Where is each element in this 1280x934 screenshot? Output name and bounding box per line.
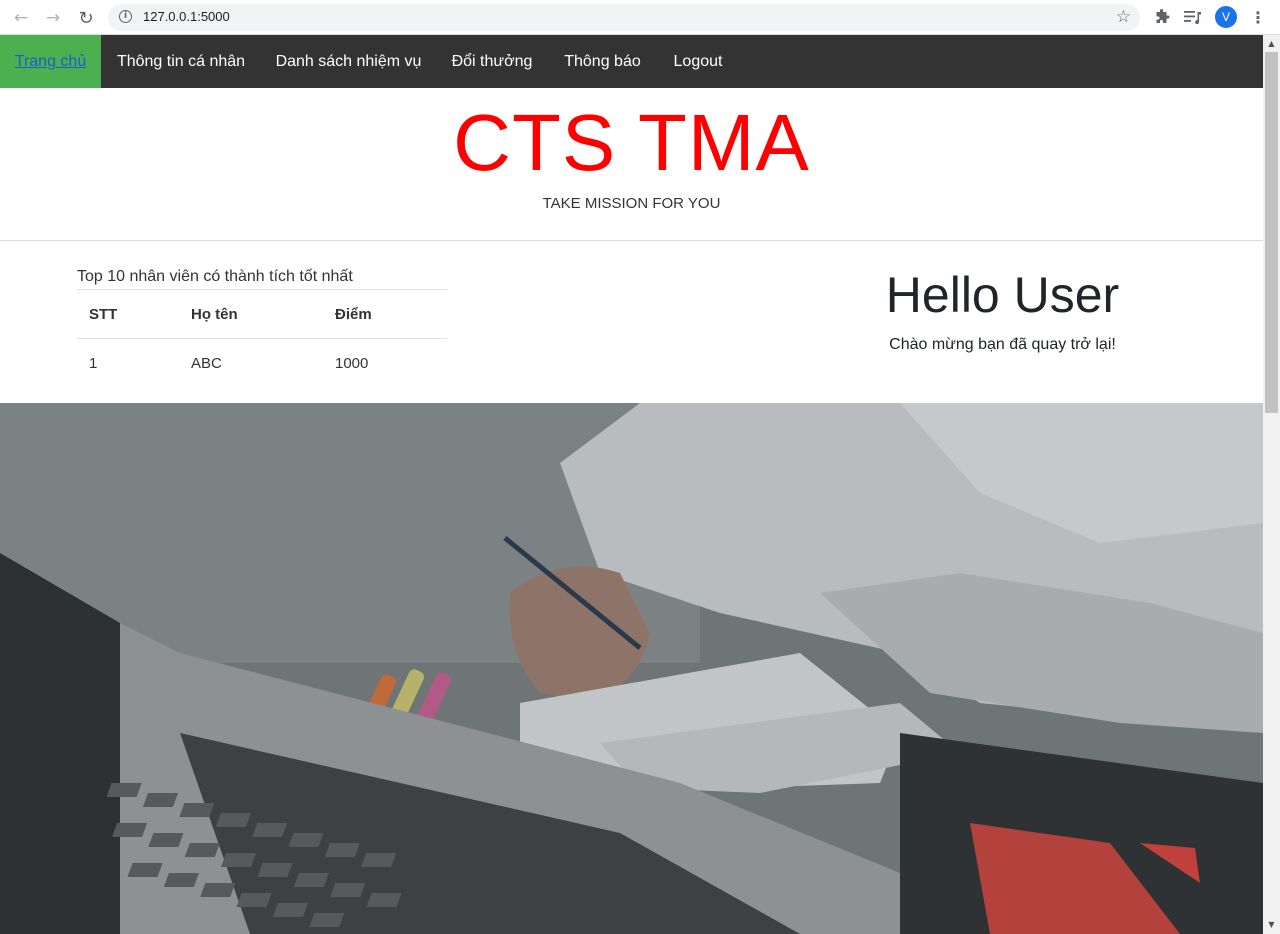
scroll-up-icon[interactable]: ▲ bbox=[1263, 37, 1280, 51]
nav-item-home[interactable]: Trang chủ bbox=[0, 35, 101, 88]
info-icon[interactable]: i bbox=[119, 10, 132, 23]
nav-item-profile[interactable]: Thông tin cá nhân bbox=[101, 35, 261, 88]
page-viewport: Trang chủ Thông tin cá nhân Danh sách nh… bbox=[0, 35, 1280, 934]
puzzle-icon[interactable] bbox=[1152, 6, 1172, 28]
column-header-stt: STT bbox=[77, 289, 179, 339]
column-header-name: Họ tên bbox=[179, 289, 323, 339]
scrollbar-thumb[interactable] bbox=[1265, 52, 1278, 413]
column-header-score: Điểm bbox=[323, 289, 447, 339]
greeting-subtitle: Chào mừng bạn đã quay trở lại! bbox=[889, 336, 1116, 353]
url-text[interactable]: 127.0.0.1:5000 bbox=[143, 9, 230, 24]
playlist-icon[interactable] bbox=[1183, 6, 1203, 28]
leaderboard-table: STT Họ tên Điểm 1 ABC 1000 bbox=[77, 289, 447, 388]
hero-image bbox=[0, 403, 1263, 934]
arrow-left-icon[interactable]: ← bbox=[9, 6, 33, 30]
reload-icon[interactable]: ↻ bbox=[74, 6, 98, 30]
nav-item-rewards[interactable]: Đổi thưởng bbox=[436, 35, 548, 88]
cell-stt: 1 bbox=[89, 355, 98, 372]
browser-toolbar: ← → ↻ i 127.0.0.1:5000 ☆ V ⋮ bbox=[0, 0, 1280, 35]
star-icon[interactable]: ☆ bbox=[1116, 7, 1131, 27]
top-nav: Trang chủ Thông tin cá nhân Danh sách nh… bbox=[0, 35, 1263, 88]
table-header-row: STT Họ tên Điểm bbox=[77, 289, 447, 339]
avatar[interactable]: V bbox=[1215, 6, 1237, 28]
address-bar[interactable]: i 127.0.0.1:5000 ☆ bbox=[108, 4, 1140, 31]
cell-score: 1000 bbox=[335, 355, 369, 372]
cell-name: ABC bbox=[191, 355, 222, 372]
site-tagline: TAKE MISSION FOR YOU bbox=[542, 195, 721, 212]
table-row: 1 ABC 1000 bbox=[77, 339, 447, 389]
arrow-right-icon[interactable]: → bbox=[41, 6, 65, 30]
greeting-title: Hello User bbox=[885, 267, 1120, 323]
hero-illustration bbox=[0, 403, 1263, 934]
page-content: Trang chủ Thông tin cá nhân Danh sách nh… bbox=[0, 35, 1263, 934]
leaderboard-caption: Top 10 nhân viên có thành tích tốt nhất bbox=[77, 268, 353, 285]
site-title: CTS TMA bbox=[453, 98, 810, 187]
header-divider bbox=[0, 240, 1263, 241]
nav-item-logout[interactable]: Logout bbox=[657, 35, 739, 88]
scroll-down-icon[interactable]: ▼ bbox=[1263, 918, 1280, 932]
nav-item-notifications[interactable]: Thông báo bbox=[548, 35, 657, 88]
kebab-menu-icon[interactable]: ⋮ bbox=[1250, 6, 1266, 28]
vertical-scrollbar[interactable]: ▲ ▼ bbox=[1263, 35, 1280, 934]
nav-item-missions[interactable]: Danh sách nhiệm vụ bbox=[261, 35, 436, 88]
